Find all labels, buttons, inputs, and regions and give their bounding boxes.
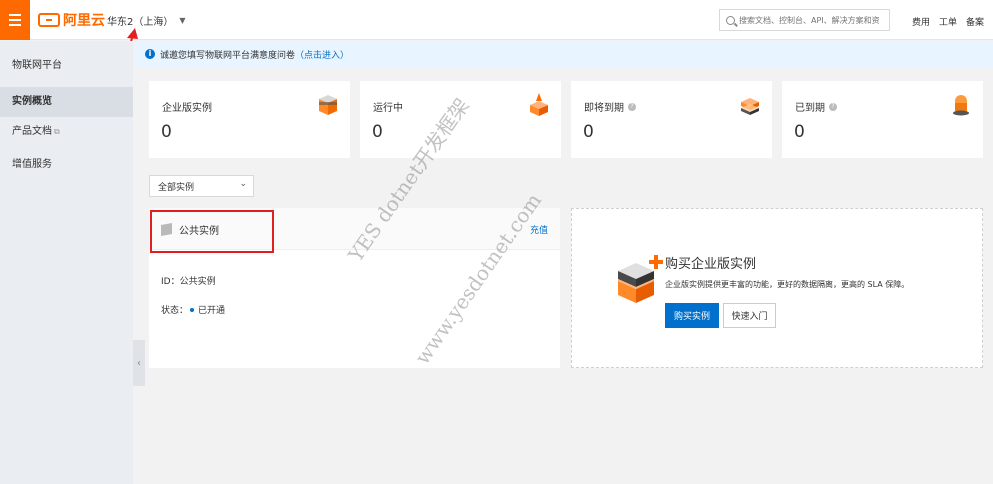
search-icon (726, 15, 735, 25)
sidebar-item-instance-overview[interactable]: 实例概览 (0, 87, 133, 117)
stat-value: 0 (161, 122, 172, 142)
stat-label: 已到期 (795, 103, 825, 114)
help-icon[interactable]: ? (829, 102, 837, 111)
promo-title: 购买企业版实例 (665, 257, 757, 272)
sidebar-title: 物联网平台 (12, 60, 62, 71)
menu-icon[interactable] (0, 0, 30, 40)
instance-filter-select[interactable]: 全部实例 ⌄ (149, 175, 254, 197)
notice-text: 诚邀您填写物联网平台满意度问卷 (160, 50, 296, 61)
stat-label: 运行中 (373, 103, 403, 114)
chevron-down-icon: ⌄ (239, 179, 247, 189)
stat-card-expiring: 即将到期? 0 (571, 81, 772, 158)
instance-id-line: ID：公共实例 (161, 277, 216, 287)
help-icon[interactable]: ? (628, 102, 636, 111)
enterprise-instance-icon (319, 95, 337, 115)
notice-banner: i 诚邀您填写物联网平台满意度问卷 （点击进入） (135, 41, 993, 67)
brand-name: 阿里云 (63, 13, 105, 29)
annotation-highlight-box (150, 210, 274, 253)
region-selector[interactable]: 华东2（上海） ▼ (107, 13, 186, 28)
status-label: 状态： (161, 306, 189, 316)
instance-status-line: 状态： 已开通 (161, 303, 225, 316)
expiring-icon (741, 98, 759, 115)
search-input[interactable] (739, 15, 889, 25)
select-value: 全部实例 (158, 182, 195, 193)
enterprise-instance-icon (618, 255, 663, 303)
sidebar-item-value-added-services[interactable]: 增值服务 (0, 150, 133, 180)
billing-link[interactable]: 费用 (912, 15, 930, 28)
survey-link[interactable]: （点击进入） (295, 48, 349, 61)
buy-instance-button[interactable]: 购买实例 (665, 303, 719, 328)
recharge-link[interactable]: 充值 (530, 223, 548, 236)
sidebar-collapse-handle[interactable]: ‹ (133, 340, 145, 386)
caret-down-icon: ▼ (179, 16, 186, 25)
status-dot-icon (190, 308, 195, 312)
sidebar-item-label: 产品文档 (12, 126, 52, 137)
aliyun-logo-mark (38, 13, 60, 27)
running-icon (530, 93, 548, 116)
sidebar: 物联网平台 实例概览 产品文档 ⧉ 增值服务 (0, 41, 133, 484)
stat-value: 0 (794, 122, 805, 142)
stat-label: 企业版实例 (162, 103, 212, 114)
region-label: 华东2（上海） (107, 17, 174, 28)
stat-card-expired: 已到期? 0 (782, 81, 983, 158)
icp-filing-link[interactable]: 备案 (966, 15, 984, 28)
sidebar-item-label: 增值服务 (12, 159, 52, 170)
quick-start-button[interactable]: 快速入门 (723, 303, 776, 328)
status-value: 已开通 (198, 306, 226, 316)
stat-value: 0 (583, 122, 594, 142)
sidebar-item-product-docs[interactable]: 产品文档 ⧉ (0, 117, 133, 147)
info-icon: i (145, 49, 155, 59)
expired-icon (953, 95, 969, 116)
search-box[interactable] (719, 9, 890, 31)
chevron-left-icon: ‹ (137, 357, 141, 369)
promo-description: 企业版实例提供更丰富的功能，更好的数据隔离，更高的 SLA 保障。 (665, 280, 910, 289)
sidebar-item-label: 实例概览 (12, 96, 52, 107)
enterprise-promo-card: 购买企业版实例 企业版实例提供更丰富的功能，更好的数据隔离，更高的 SLA 保障… (571, 208, 983, 368)
ticket-link[interactable]: 工单 (939, 15, 957, 28)
external-link-icon: ⧉ (54, 127, 60, 136)
stat-label: 即将到期 (584, 103, 624, 114)
stat-card-enterprise: 企业版实例 0 (149, 81, 350, 158)
top-navbar: 阿里云 华东2（上海） ▼ 费用 工单 备案 (0, 0, 993, 40)
stat-value: 0 (372, 122, 383, 142)
aliyun-logo[interactable]: 阿里云 (38, 10, 105, 30)
stat-card-running: 运行中 0 (360, 81, 561, 158)
